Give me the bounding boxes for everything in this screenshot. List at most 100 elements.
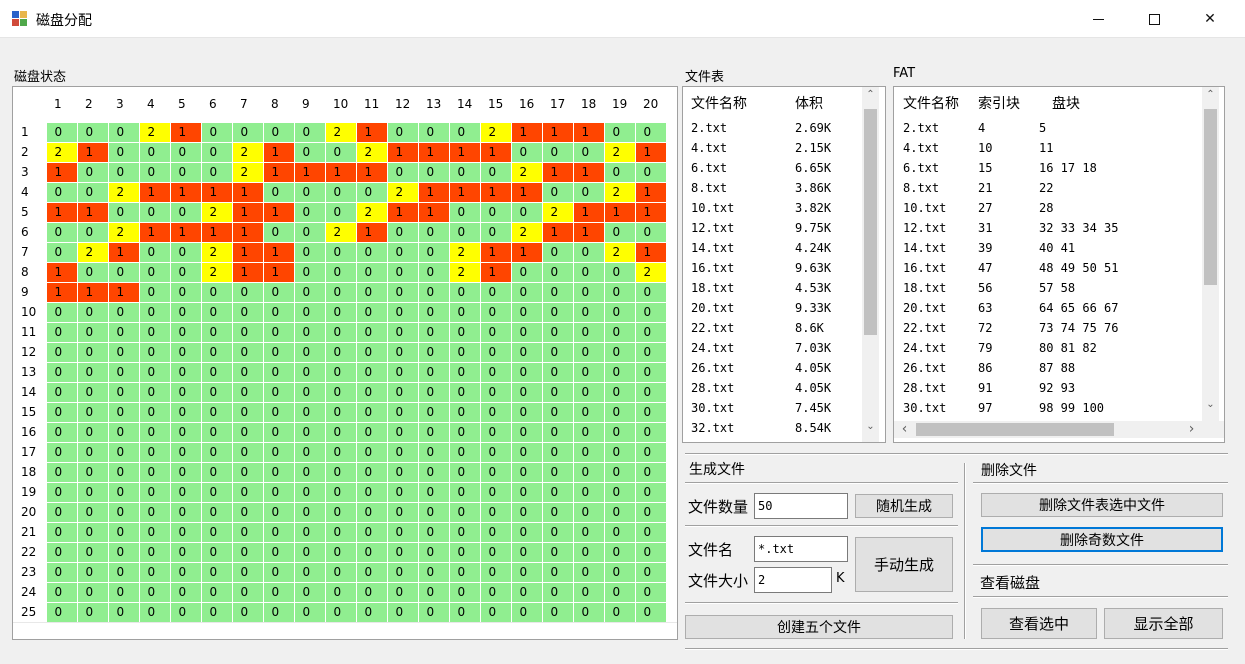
file-table-row-size[interactable]: 3.86K xyxy=(795,181,831,195)
disk-block-cell[interactable]: 0 xyxy=(479,282,512,303)
disk-block-cell[interactable]: 0 xyxy=(293,442,326,463)
disk-block-cell[interactable]: 0 xyxy=(169,262,202,283)
disk-block-cell[interactable]: 1 xyxy=(76,282,109,303)
disk-block-cell[interactable]: 0 xyxy=(45,402,78,423)
disk-block-cell[interactable]: 0 xyxy=(200,522,233,543)
disk-block-cell[interactable]: 0 xyxy=(448,442,481,463)
disk-block-cell[interactable]: 0 xyxy=(293,202,326,223)
disk-block-cell[interactable]: 0 xyxy=(76,502,109,523)
disk-block-cell[interactable]: 0 xyxy=(138,402,171,423)
disk-block-cell[interactable]: 0 xyxy=(200,382,233,403)
disk-block-cell[interactable]: 0 xyxy=(138,282,171,303)
fat-row-name[interactable]: 20.txt xyxy=(903,301,946,315)
disk-block-cell[interactable]: 0 xyxy=(386,442,419,463)
random-generate-button[interactable]: 随机生成 xyxy=(855,494,953,518)
disk-block-cell[interactable]: 0 xyxy=(603,522,636,543)
disk-block-cell[interactable]: 0 xyxy=(200,442,233,463)
disk-block-cell[interactable]: 0 xyxy=(231,362,264,383)
disk-block-cell[interactable]: 0 xyxy=(262,442,295,463)
disk-block-cell[interactable]: 0 xyxy=(541,362,574,383)
file-table-row-size[interactable]: 2.69K xyxy=(795,121,831,135)
fat-row-blocks[interactable]: 80 81 82 xyxy=(1039,341,1097,355)
file-table-row-size[interactable]: 4.24K xyxy=(795,241,831,255)
disk-block-cell[interactable]: 1 xyxy=(107,282,140,303)
disk-block-cell[interactable]: 0 xyxy=(510,282,543,303)
disk-block-cell[interactable]: 0 xyxy=(45,602,78,623)
fat-row-blocks[interactable]: 22 xyxy=(1039,181,1053,195)
disk-block-cell[interactable]: 0 xyxy=(262,562,295,583)
disk-block-cell[interactable]: 1 xyxy=(634,182,667,203)
disk-block-cell[interactable]: 0 xyxy=(603,562,636,583)
disk-block-cell[interactable]: 0 xyxy=(510,362,543,383)
disk-block-cell[interactable]: 0 xyxy=(231,522,264,543)
disk-block-cell[interactable]: 0 xyxy=(262,422,295,443)
disk-block-cell[interactable]: 0 xyxy=(386,462,419,483)
disk-block-cell[interactable]: 0 xyxy=(355,442,388,463)
disk-block-cell[interactable]: 0 xyxy=(293,342,326,363)
disk-block-cell[interactable]: 2 xyxy=(138,122,171,143)
fat-row-index[interactable]: 63 xyxy=(978,301,992,315)
fat-row-name[interactable]: 4.txt xyxy=(903,141,939,155)
disk-block-cell[interactable]: 0 xyxy=(355,542,388,563)
disk-block-cell[interactable]: 0 xyxy=(355,382,388,403)
disk-block-cell[interactable]: 0 xyxy=(200,142,233,163)
disk-block-cell[interactable]: 0 xyxy=(355,282,388,303)
disk-block-cell[interactable]: 1 xyxy=(572,202,605,223)
disk-block-cell[interactable]: 1 xyxy=(138,222,171,243)
file-table-row-name[interactable]: 14.txt xyxy=(691,241,734,255)
disk-block-cell[interactable]: 0 xyxy=(634,462,667,483)
disk-block-cell[interactable]: 2 xyxy=(603,242,636,263)
disk-block-cell[interactable]: 1 xyxy=(479,262,512,283)
file-table-row-name[interactable]: 24.txt xyxy=(691,341,734,355)
fat-row-name[interactable]: 18.txt xyxy=(903,281,946,295)
disk-block-cell[interactable]: 0 xyxy=(386,342,419,363)
disk-block-cell[interactable]: 1 xyxy=(231,222,264,243)
disk-block-cell[interactable]: 0 xyxy=(479,442,512,463)
disk-block-cell[interactable]: 0 xyxy=(76,222,109,243)
disk-block-cell[interactable]: 0 xyxy=(386,562,419,583)
disk-block-cell[interactable]: 0 xyxy=(293,362,326,383)
disk-block-cell[interactable]: 0 xyxy=(417,422,450,443)
disk-block-cell[interactable]: 0 xyxy=(355,242,388,263)
disk-block-cell[interactable]: 1 xyxy=(200,182,233,203)
fat-row-blocks[interactable]: 11 xyxy=(1039,141,1053,155)
disk-block-cell[interactable]: 0 xyxy=(355,402,388,423)
disk-block-cell[interactable]: 0 xyxy=(169,562,202,583)
disk-block-cell[interactable]: 0 xyxy=(541,602,574,623)
disk-block-cell[interactable]: 0 xyxy=(417,462,450,483)
disk-block-cell[interactable]: 0 xyxy=(324,502,357,523)
disk-block-cell[interactable]: 0 xyxy=(448,322,481,343)
disk-block-cell[interactable]: 0 xyxy=(293,482,326,503)
disk-block-cell[interactable]: 0 xyxy=(603,422,636,443)
disk-block-cell[interactable]: 1 xyxy=(541,162,574,183)
disk-block-cell[interactable]: 0 xyxy=(541,422,574,443)
scroll-down-icon[interactable]: ⌄ xyxy=(862,421,879,432)
disk-block-cell[interactable]: 0 xyxy=(138,162,171,183)
disk-block-cell[interactable]: 0 xyxy=(293,422,326,443)
disk-block-cell[interactable]: 0 xyxy=(417,602,450,623)
disk-block-cell[interactable]: 0 xyxy=(603,262,636,283)
disk-block-cell[interactable]: 0 xyxy=(324,542,357,563)
disk-block-cell[interactable]: 0 xyxy=(169,462,202,483)
disk-block-cell[interactable]: 0 xyxy=(138,602,171,623)
disk-block-cell[interactable]: 0 xyxy=(45,182,78,203)
disk-block-cell[interactable]: 0 xyxy=(541,582,574,603)
disk-block-cell[interactable]: 0 xyxy=(324,322,357,343)
disk-block-cell[interactable]: 0 xyxy=(448,522,481,543)
disk-block-cell[interactable]: 0 xyxy=(107,262,140,283)
disk-block-cell[interactable]: 0 xyxy=(324,282,357,303)
disk-block-cell[interactable]: 0 xyxy=(293,562,326,583)
disk-block-cell[interactable]: 2 xyxy=(634,262,667,283)
disk-block-cell[interactable]: 0 xyxy=(510,322,543,343)
disk-block-cell[interactable]: 0 xyxy=(76,122,109,143)
disk-block-cell[interactable]: 1 xyxy=(262,262,295,283)
disk-block-cell[interactable]: 0 xyxy=(200,122,233,143)
disk-block-cell[interactable]: 0 xyxy=(417,542,450,563)
disk-block-cell[interactable]: 0 xyxy=(603,362,636,383)
disk-block-cell[interactable]: 0 xyxy=(138,362,171,383)
disk-block-cell[interactable]: 2 xyxy=(107,182,140,203)
disk-block-cell[interactable]: 0 xyxy=(448,282,481,303)
disk-block-cell[interactable]: 0 xyxy=(293,462,326,483)
disk-block-cell[interactable]: 0 xyxy=(107,342,140,363)
disk-block-cell[interactable]: 0 xyxy=(107,482,140,503)
